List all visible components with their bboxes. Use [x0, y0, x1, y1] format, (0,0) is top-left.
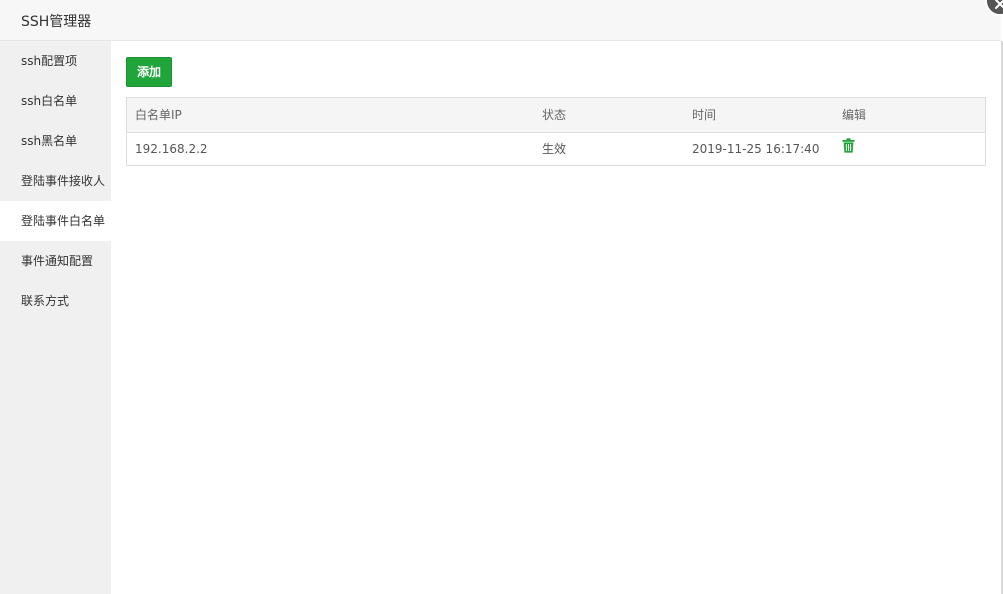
close-icon: [995, 0, 1003, 9]
cell-status: 生效: [542, 142, 567, 157]
header-whitelist-ip: 白名单IP: [135, 108, 182, 123]
header-status: 状态: [542, 108, 567, 123]
sidebar-item-ssh-whitelist[interactable]: ssh白名单: [0, 81, 111, 121]
table-header-row: 白名单IP 状态 时间 编辑: [127, 98, 985, 132]
cell-ip: 192.168.2.2: [135, 141, 208, 156]
table-row: 192.168.2.2 生效 2019-11-25 16:17:40: [127, 132, 985, 165]
title-bar: SSH管理器: [0, 0, 1001, 41]
header-time: 时间: [692, 108, 717, 123]
window-title: SSH管理器: [21, 14, 92, 30]
sidebar-item-ssh-blacklist[interactable]: ssh黑名单: [0, 121, 111, 161]
whitelist-table: 白名单IP 状态 时间 编辑 192.168.2.2 生效 2019-11-25…: [126, 97, 986, 166]
trash-icon[interactable]: [842, 138, 855, 156]
sidebar: ssh配置项 ssh白名单 ssh黑名单 登陆事件接收人 登陆事件白名单 事件通…: [0, 41, 111, 594]
header-edit: 编辑: [842, 108, 867, 123]
sidebar-item-login-event-recipients[interactable]: 登陆事件接收人: [0, 161, 111, 201]
sidebar-item-event-notification-config[interactable]: 事件通知配置: [0, 241, 111, 281]
cell-edit: [834, 132, 985, 165]
cell-time: 2019-11-25 16:17:40: [692, 141, 820, 156]
sidebar-item-ssh-config[interactable]: ssh配置项: [0, 41, 111, 81]
main-content: 添加 白名单IP 状态 时间 编辑 192.168.2.2 生效 2019-11…: [111, 41, 1001, 594]
ssh-manager-window: SSH管理器 ssh配置项 ssh白名单 ssh黑名单 登陆事件接收人 登陆事件…: [0, 0, 1003, 594]
add-button[interactable]: 添加: [126, 57, 172, 87]
sidebar-item-login-event-whitelist[interactable]: 登陆事件白名单: [0, 201, 111, 241]
sidebar-item-contact[interactable]: 联系方式: [0, 281, 111, 321]
